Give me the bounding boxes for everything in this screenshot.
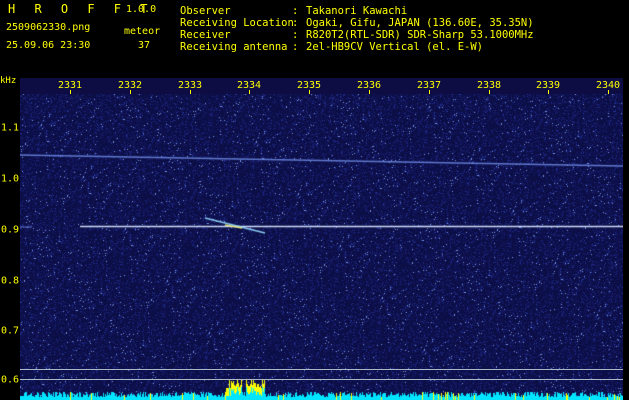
frequency-label: 0.7 [1,325,20,337]
image-filename: 2509062330.png [6,22,91,33]
location-key: Receiving Location [180,17,294,29]
location-colon: : [292,17,299,29]
receiver-value: R820T2(RTL-SDR) SDR-Sharp 53.1000MHz [306,29,534,41]
frequency-label: 0.6 [1,374,20,386]
antenna-key: Receiving antenna [180,41,288,53]
frequency-label: 0.8 [1,275,20,287]
antenna-colon: : [292,41,299,53]
app-version: 1.0.0 [126,4,157,15]
spectrogram-plot [20,94,623,400]
spectrogram-canvas [20,94,623,400]
observer-value: Takanori Kawachi [306,5,408,17]
meteor-count: 37 [138,40,151,51]
location-value: Ogaki, Gifu, JAPAN (136.60E, 35.35N) [306,17,534,29]
frequency-label: 1.1 [1,122,20,134]
guide-line-lower [20,379,623,380]
receiver-colon: : [292,29,299,41]
observer-colon: : [292,5,299,17]
guide-line-upper [20,369,623,370]
frequency-label: 0.9 [1,224,20,236]
observer-key: Observer [180,5,231,17]
antenna-value: 2el-HB9CV Vertical (el. E-W) [306,41,484,53]
receiver-key: Receiver [180,29,231,41]
y-unit-label: kHz [0,76,17,86]
header-panel: H R O F F T 1.0.0 2509062330.png meteor … [0,0,629,78]
capture-datetime: 25.09.06 23:30 [6,40,91,51]
meteor-label: meteor [124,26,161,37]
minute-axis-bar [20,78,623,94]
frequency-label: 1.0 [1,173,20,185]
